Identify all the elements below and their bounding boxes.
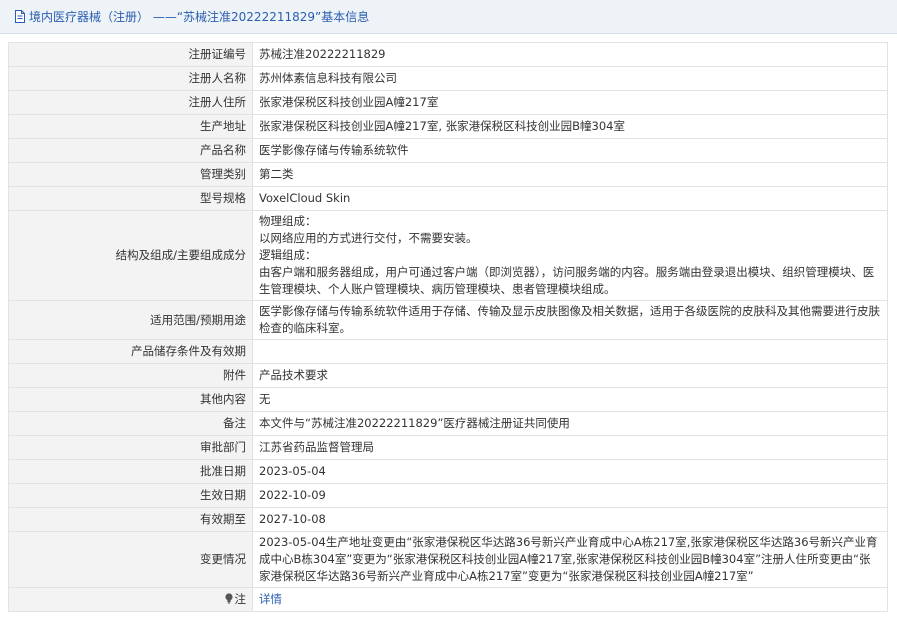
- table-row: 附件 产品技术要求: [8, 363, 888, 388]
- table-row: 备注 本文件与“苏械注准20222211829”医疗器械注册证共同使用: [8, 411, 888, 436]
- field-value: 第二类: [252, 162, 888, 187]
- table-row: 结构及组成/主要组成成分 物理组成： 以网络应用的方式进行交付，不需要安装。 逻…: [8, 210, 888, 301]
- field-value: 苏州体素信息科技有限公司: [252, 66, 888, 91]
- field-label: 批准日期: [8, 459, 253, 484]
- table-row: 批准日期 2023-05-04: [8, 459, 888, 484]
- field-value: 医学影像存储与传输系统软件适用于存储、传输及显示皮肤图像及相关数据，适用于各级医…: [252, 300, 888, 340]
- field-label: 附件: [8, 363, 253, 388]
- table-row: 注册人名称 苏州体素信息科技有限公司: [8, 66, 888, 91]
- field-label: 管理类别: [8, 162, 253, 187]
- note-label: 注: [234, 592, 247, 606]
- field-value: [252, 339, 888, 364]
- field-value: 医学影像存储与传输系统软件: [252, 138, 888, 163]
- table-row: 注册证编号 苏械注准20222211829: [8, 42, 888, 67]
- composition-line: 以网络应用的方式进行交付，不需要安装。: [259, 231, 478, 245]
- field-value: 2023-05-04生产地址变更由“张家港保税区华达路36号新兴产业育成中心A栋…: [252, 531, 888, 588]
- table-row: 生产地址 张家港保税区科技创业园A幢217室, 张家港保税区科技创业园B幢304…: [8, 114, 888, 139]
- field-label: 审批部门: [8, 435, 253, 460]
- lightbulb-icon: [224, 593, 233, 604]
- field-value: 张家港保税区科技创业园A幢217室: [252, 90, 888, 115]
- field-label: 注册人名称: [8, 66, 253, 91]
- field-label: 其他内容: [8, 387, 253, 412]
- composition-line: 物理组成：: [259, 214, 317, 228]
- composition-line: 逻辑组成：: [259, 248, 317, 262]
- field-label: 注册人住所: [8, 90, 253, 115]
- table-row: 审批部门 江苏省药品监督管理局: [8, 435, 888, 460]
- field-value: 2022-10-09: [252, 483, 888, 508]
- details-link[interactable]: 详情: [259, 592, 282, 606]
- table-row: 管理类别 第二类: [8, 162, 888, 187]
- composition-line: 由客户端和服务器组成，用户可通过客户端（即浏览器），访问服务端的内容。服务端由登…: [259, 265, 875, 296]
- note-row: 注 详情: [8, 587, 888, 612]
- page-header: 境内医疗器械（注册） ——“苏械注准20222211829”基本信息: [0, 0, 897, 34]
- table-row: 产品名称 医学影像存储与传输系统软件: [8, 138, 888, 163]
- table-row: 生效日期 2022-10-09: [8, 483, 888, 508]
- table-row: 变更情况 2023-05-04生产地址变更由“张家港保税区华达路36号新兴产业育…: [8, 531, 888, 588]
- field-value: 张家港保税区科技创业园A幢217室, 张家港保税区科技创业园B幢304室: [252, 114, 888, 139]
- document-icon: [14, 10, 26, 23]
- field-label: 注册证编号: [8, 42, 253, 67]
- field-value: 产品技术要求: [252, 363, 888, 388]
- field-value: 江苏省药品监督管理局: [252, 435, 888, 460]
- field-label: 产品储存条件及有效期: [8, 339, 253, 364]
- field-value: 本文件与“苏械注准20222211829”医疗器械注册证共同使用: [252, 411, 888, 436]
- page-title: 境内医疗器械（注册） ——“苏械注准20222211829”基本信息: [29, 10, 370, 24]
- table-row: 型号规格 VoxelCloud Skin: [8, 186, 888, 211]
- field-value: 2023-05-04: [252, 459, 888, 484]
- field-label: 生效日期: [8, 483, 253, 508]
- table-row: 产品储存条件及有效期: [8, 339, 888, 364]
- field-label: 生产地址: [8, 114, 253, 139]
- note-label-cell: 注: [8, 587, 253, 612]
- note-value-cell: 详情: [252, 587, 888, 612]
- table-row: 有效期至 2027-10-08: [8, 507, 888, 532]
- field-value: 苏械注准20222211829: [252, 42, 888, 67]
- field-label: 备注: [8, 411, 253, 436]
- registration-info-table: 注册证编号 苏械注准20222211829 注册人名称 苏州体素信息科技有限公司…: [8, 42, 888, 612]
- field-value: 物理组成： 以网络应用的方式进行交付，不需要安装。 逻辑组成： 由客户端和服务器…: [252, 210, 888, 301]
- field-value: 2027-10-08: [252, 507, 888, 532]
- field-value: 无: [252, 387, 888, 412]
- field-label: 结构及组成/主要组成成分: [8, 210, 253, 301]
- field-label: 适用范围/预期用途: [8, 300, 253, 340]
- table-row: 其他内容 无: [8, 387, 888, 412]
- field-label: 型号规格: [8, 186, 253, 211]
- field-label: 产品名称: [8, 138, 253, 163]
- field-label: 变更情况: [8, 531, 253, 588]
- field-label: 有效期至: [8, 507, 253, 532]
- field-value: VoxelCloud Skin: [252, 186, 888, 211]
- table-row: 适用范围/预期用途 医学影像存储与传输系统软件适用于存储、传输及显示皮肤图像及相…: [8, 300, 888, 340]
- table-row: 注册人住所 张家港保税区科技创业园A幢217室: [8, 90, 888, 115]
